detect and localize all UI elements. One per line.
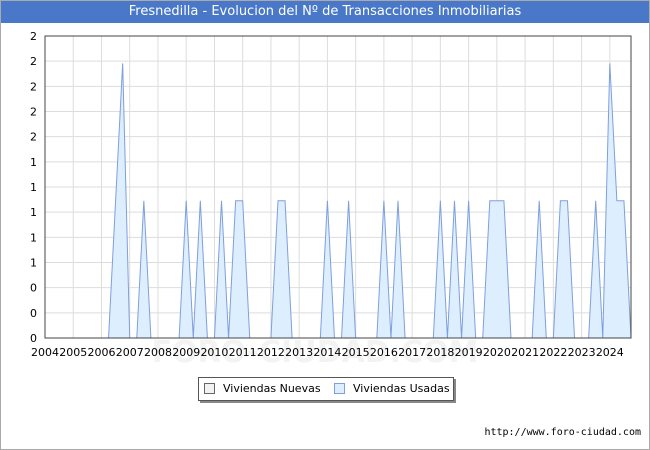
- series-area-usadas: [45, 63, 632, 339]
- x-tick-label: 2011: [229, 346, 257, 359]
- y-axis-ticks: 0 0 0 1 1 1 1 1 2 2 2 2 2: [30, 30, 37, 345]
- y-tick-label: 1: [30, 156, 37, 169]
- legend-item-nuevas: Viviendas Nuevas: [204, 382, 321, 396]
- y-tick-label: 2: [30, 80, 37, 93]
- y-tick-label: 2: [30, 131, 37, 144]
- y-tick-label: 1: [30, 231, 37, 244]
- x-tick-label: 2009: [172, 346, 200, 359]
- y-tick-label: 1: [30, 206, 37, 219]
- x-tick-label: 2019: [455, 346, 483, 359]
- y-tick-label: 0: [30, 332, 37, 345]
- x-tick-label: 2006: [87, 346, 115, 359]
- y-tick-label: 1: [30, 257, 37, 270]
- y-tick-label: 2: [30, 30, 37, 43]
- legend-swatch-nuevas: [204, 382, 215, 394]
- x-tick-label: 2016: [370, 346, 398, 359]
- x-tick-label: 2012: [257, 346, 285, 359]
- x-tick-label: 2008: [144, 346, 172, 359]
- legend-swatch-usadas: [334, 382, 345, 394]
- x-tick-label: 2018: [426, 346, 454, 359]
- x-tick-label: 2024: [596, 346, 624, 359]
- y-tick-label: 2: [30, 106, 37, 119]
- y-tick-label: 1: [30, 181, 37, 194]
- x-tick-label: 2015: [342, 346, 370, 359]
- x-tick-label: 2023: [568, 346, 596, 359]
- x-tick-label: 2005: [59, 346, 87, 359]
- legend-label-usadas: Viviendas Usadas: [353, 382, 450, 395]
- x-tick-label: 2004: [31, 346, 59, 359]
- legend-item-usadas: Viviendas Usadas: [334, 382, 450, 396]
- y-tick-label: 0: [30, 307, 37, 320]
- x-axis-ticks: 2004 2005 2006 2007 2008 2009 2010 2011 2012 2013…: [31, 346, 624, 359]
- source-url: http://www.foro-ciudad.com: [484, 427, 641, 438]
- x-tick-label: 2020: [483, 346, 511, 359]
- plot-areas: [45, 63, 632, 339]
- x-tick-label: 2017: [398, 346, 426, 359]
- y-tick-label: 0: [30, 282, 37, 295]
- legend: Viviendas Nuevas Viviendas Usadas: [198, 377, 454, 401]
- x-tick-label: 2022: [539, 346, 567, 359]
- x-tick-label: 2021: [511, 346, 539, 359]
- x-tick-label: 2014: [313, 346, 341, 359]
- legend-label-nuevas: Viviendas Nuevas: [223, 382, 321, 395]
- x-tick-label: 2007: [116, 346, 144, 359]
- y-tick-label: 2: [30, 55, 37, 68]
- x-tick-label: 2010: [200, 346, 228, 359]
- x-tick-label: 2013: [285, 346, 313, 359]
